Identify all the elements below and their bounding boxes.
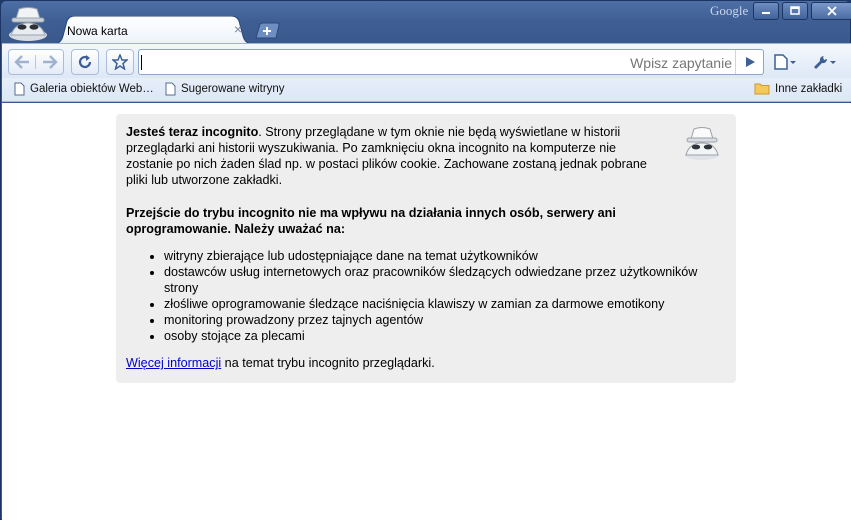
- incognito-warning: Przejście do trybu incognito nie ma wpły…: [126, 206, 616, 236]
- more-info-line: Więcej informacji na temat trybu incogni…: [126, 355, 656, 371]
- omnibox-hint: Wpisz zapytanie: [630, 55, 732, 71]
- incognito-spy-icon: [685, 127, 719, 160]
- incognito-logo-icon: [9, 7, 47, 41]
- browser-window: Nowa karta × Google Wpisz zapytanie Gale…: [0, 0, 851, 520]
- wrench-icon[interactable]: [807, 49, 843, 75]
- minimize-icon[interactable]: [753, 2, 779, 20]
- forward-arrow-icon[interactable]: [36, 55, 63, 69]
- maximize-icon[interactable]: [782, 2, 808, 20]
- bookmark-item-sugerowane[interactable]: Sugerowane witryny: [165, 82, 285, 96]
- window-controls: [753, 2, 851, 20]
- back-forward-group: [8, 49, 64, 75]
- page-menu-icon[interactable]: [769, 49, 801, 75]
- folder-icon: [754, 83, 770, 95]
- back-arrow-icon[interactable]: [9, 55, 36, 69]
- list-item: złośliwe oprogramowanie śledzące naciśni…: [164, 296, 724, 312]
- list-item: witryny zbierające lub udostępniające da…: [164, 248, 724, 264]
- other-bookmarks[interactable]: Inne zakładki: [754, 82, 842, 95]
- new-tab-button[interactable]: [255, 22, 281, 39]
- bookmarks-bar: Galeria obiektów Web… Sugerowane witryny…: [2, 78, 851, 102]
- list-item: osoby stojące za plecami: [164, 328, 724, 344]
- reload-icon[interactable]: [71, 49, 99, 75]
- incognito-intro: Jesteś teraz incognito. Strony przegląda…: [126, 124, 656, 188]
- warning-list: witryny zbierające lub udostępniające da…: [164, 248, 726, 344]
- omnibox[interactable]: Wpisz zapytanie: [138, 49, 764, 75]
- more-info-text: na temat trybu incognito przeglądarki.: [221, 356, 435, 370]
- toolbar: Wpisz zapytanie: [2, 43, 851, 78]
- play-icon[interactable]: [735, 50, 763, 74]
- page-icon: [14, 82, 25, 96]
- other-bookmarks-label: Inne zakładki: [775, 82, 843, 95]
- list-item: monitoring prowadzony przez tajnych agen…: [164, 312, 724, 328]
- close-icon[interactable]: [811, 2, 851, 20]
- bookmark-label: Sugerowane witryny: [181, 83, 285, 95]
- bookmark-label: Galeria obiektów Web…: [30, 83, 154, 95]
- page-icon: [165, 82, 176, 96]
- list-item: dostawców usług internetowych oraz praco…: [164, 264, 724, 296]
- incognito-panel: Jesteś teraz incognito. Strony przegląda…: [116, 114, 736, 383]
- tab-title: Nowa karta: [67, 24, 128, 38]
- bookmark-item-galeria[interactable]: Galeria obiektów Web…: [14, 82, 154, 96]
- page-content: Jesteś teraz incognito. Strony przegląda…: [2, 103, 851, 520]
- tab-close-icon[interactable]: ×: [231, 22, 245, 36]
- text-caret: [141, 55, 142, 70]
- intro-bold: Jesteś teraz incognito: [126, 125, 259, 139]
- star-icon[interactable]: [106, 49, 134, 75]
- more-info-link[interactable]: Więcej informacji: [126, 356, 221, 370]
- google-brand: Google: [710, 3, 749, 18]
